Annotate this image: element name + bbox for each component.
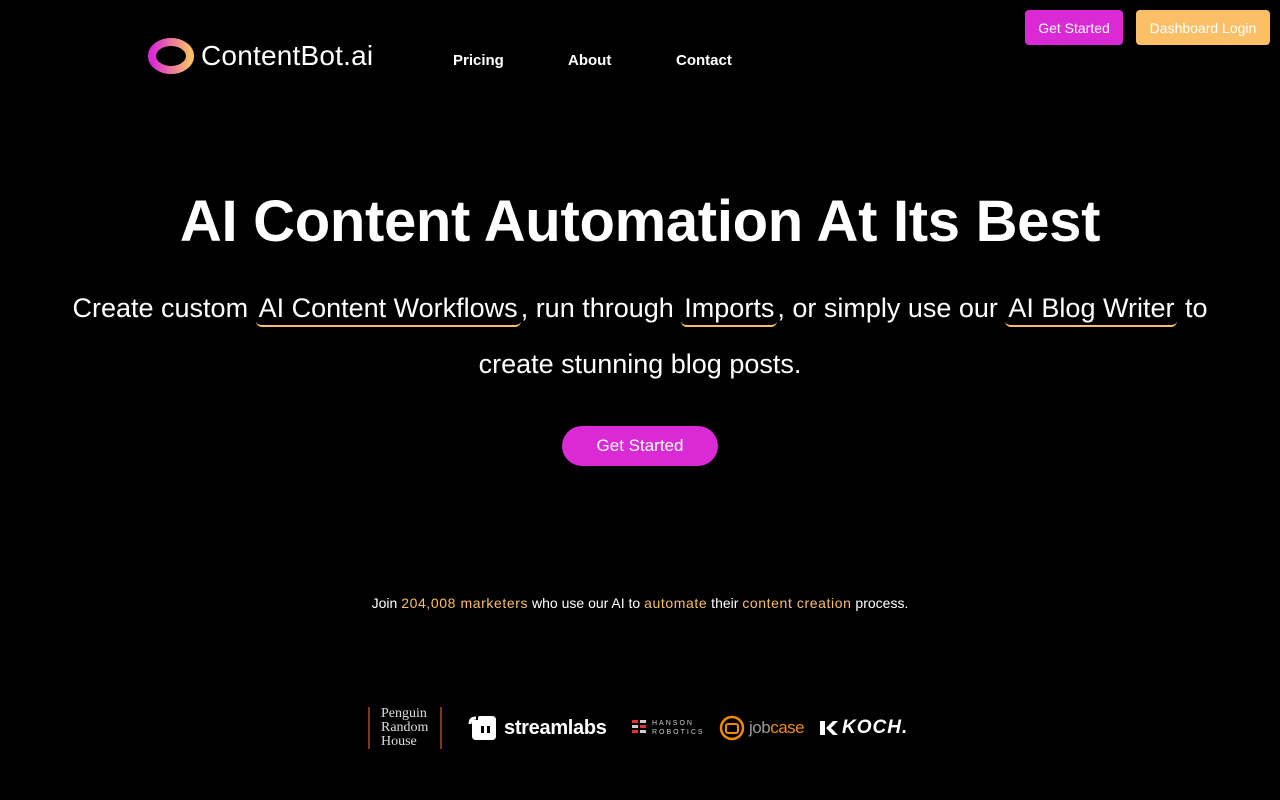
brand-logo[interactable]: ContentBot.ai: [147, 36, 373, 76]
imports-link[interactable]: Imports: [681, 291, 778, 327]
join-end: process.: [851, 595, 909, 611]
prh-line-1: Penguin: [381, 706, 427, 721]
nav-about[interactable]: About: [568, 52, 611, 69]
join-mid-1: who use our AI to: [528, 595, 645, 611]
social-proof-text: Join 204,008 marketers who use our AI to…: [0, 595, 1280, 611]
hanson-line-2: ROBOTICS: [652, 729, 705, 736]
hanson-grid-icon: [632, 720, 646, 733]
brand-name: ContentBot.ai: [201, 40, 374, 71]
marketer-count: 204,008 marketers: [401, 595, 529, 611]
hanson-text: HANSON ROBOTICS: [652, 719, 705, 737]
nav-contact[interactable]: Contact: [676, 52, 732, 69]
sub-text-2: , run through: [520, 293, 682, 323]
streamlabs-icon: [468, 716, 496, 740]
koch-text: KOCH.: [842, 717, 909, 738]
dashboard-login-button[interactable]: Dashboard Login: [1136, 10, 1270, 45]
jobcase-logo: jobcase: [718, 705, 805, 751]
streamlabs-text: streamlabs: [504, 716, 607, 739]
join-mid-2: their: [707, 595, 743, 611]
koch-logo: KOCH.: [820, 705, 908, 751]
content-creation-highlight: content creation: [742, 595, 852, 611]
header-get-started-button[interactable]: Get Started: [1025, 10, 1123, 45]
hanson-robotics-logo: HANSON ROBOTICS: [632, 705, 705, 751]
jobcase-text: jobcase: [749, 718, 805, 738]
sub-text-1: Create custom: [72, 293, 256, 323]
contentbot-logo-icon: [148, 38, 194, 74]
prh-line-3: House: [381, 734, 417, 749]
nav-pricing[interactable]: Pricing: [453, 52, 504, 69]
join-text: Join: [371, 595, 402, 611]
hero-subtitle: Create custom AI Content Workflows, run …: [60, 280, 1220, 392]
jobcase-case: case: [770, 718, 805, 737]
automate-highlight: automate: [644, 595, 708, 611]
streamlabs-logo: streamlabs: [468, 705, 607, 751]
hero-headline: AI Content Automation At Its Best: [179, 189, 1101, 254]
ai-content-workflows-link[interactable]: AI Content Workflows: [255, 291, 521, 327]
divider: [440, 707, 443, 749]
penguin-random-house-text: Penguin Random House: [381, 707, 428, 749]
jobcase-job: job: [749, 718, 771, 737]
hero-get-started-button[interactable]: Get Started: [562, 426, 718, 466]
jobcase-at-icon: [719, 715, 745, 741]
divider: [368, 707, 370, 749]
prh-line-2: Random: [381, 720, 429, 735]
koch-k-icon: [820, 721, 838, 735]
hanson-line-1: HANSON: [652, 720, 694, 727]
sub-text-3: , or simply use our: [777, 293, 1006, 323]
penguin-random-house-logo: Penguin Random House: [368, 705, 458, 751]
ai-blog-writer-link[interactable]: AI Blog Writer: [1005, 291, 1178, 327]
